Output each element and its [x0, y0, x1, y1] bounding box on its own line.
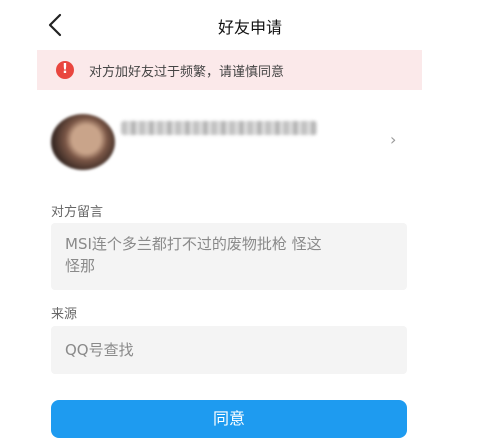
- message-label: 对方留言: [51, 205, 104, 220]
- requester-row[interactable]: ›: [0, 104, 500, 178]
- exclamation-circle-icon: !: [56, 61, 74, 79]
- message-line-1: MSI连个多兰都打不过的废物批枪 怪这: [65, 235, 322, 253]
- nickname-blurred: [121, 121, 317, 135]
- header-bar: 好友申请: [0, 0, 500, 50]
- message-box: MSI连个多兰都打不过的废物批枪 怪这 怪那: [51, 223, 407, 290]
- source-label: 来源: [51, 307, 78, 322]
- source-box: QQ号查找: [51, 326, 407, 374]
- avatar: [51, 114, 115, 170]
- warning-banner: ! 对方加好友过于频繁，请谨慎同意: [37, 50, 422, 90]
- source-value: QQ号查找: [65, 341, 134, 359]
- page-title: 好友申请: [217, 18, 282, 37]
- chevron-right-icon: ›: [390, 130, 397, 149]
- warning-text: 对方加好友过于频繁，请谨慎同意: [89, 65, 285, 80]
- agree-button[interactable]: 同意: [51, 400, 407, 438]
- message-line-2: 怪那: [65, 257, 96, 275]
